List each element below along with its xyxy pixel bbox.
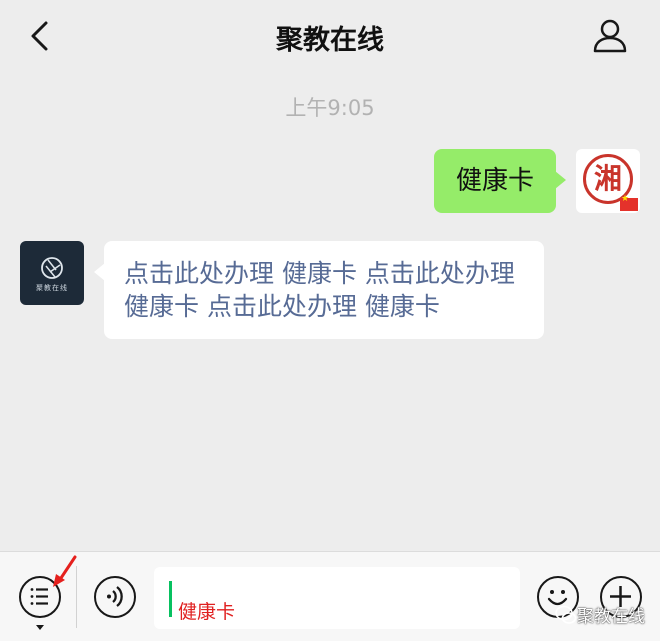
message-bubble-self[interactable]: 健康卡 — [433, 149, 567, 213]
message-bubble-other[interactable]: 点击此处办理 健康卡 点击此处办理 健康卡 点击此处办理 健康卡 — [94, 241, 544, 339]
caret-down-icon — [36, 625, 44, 630]
message-input[interactable]: 健康卡 — [154, 567, 520, 629]
chat-timestamp: 上午9:05 — [285, 96, 375, 120]
avatar-other[interactable]: 聚教在线 — [20, 241, 84, 305]
avatar-self[interactable]: 湘 — [576, 149, 640, 213]
voice-button[interactable] — [94, 576, 136, 618]
china-flag-icon — [620, 194, 638, 211]
page-title: 聚教在线 — [276, 25, 384, 56]
wechat-logo-icon — [555, 605, 577, 624]
text-cursor — [169, 581, 172, 617]
avatar-logo-text: 聚教在线 — [36, 284, 68, 292]
red-arrow-annotation — [53, 555, 77, 587]
watermark-text: 聚教在线 — [577, 607, 645, 627]
shutter-logo-icon — [41, 257, 63, 279]
voice-icon — [107, 586, 123, 607]
navigation-bar: 聚教在线 — [0, 0, 660, 72]
message-input-value: 健康卡 — [178, 601, 236, 623]
watermark: 聚教在线 — [555, 600, 660, 632]
profile-button[interactable] — [590, 16, 630, 56]
person-icon — [593, 19, 627, 53]
